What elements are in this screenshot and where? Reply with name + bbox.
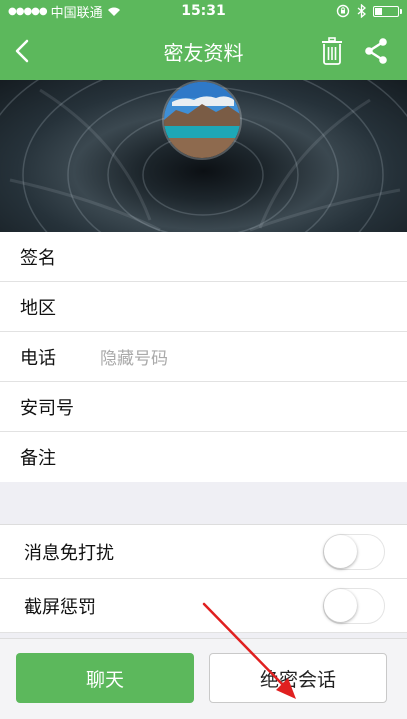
info-label: 安司号 (20, 397, 74, 419)
rotation-lock-icon (336, 4, 350, 18)
signal-strength-icon: ●●●●● (8, 5, 48, 17)
toggle-row-do-not-disturb: 消息免打扰 (0, 525, 407, 579)
trash-icon (322, 37, 342, 65)
bottom-action-bar: 聊天 绝密会话 (0, 638, 407, 719)
info-list: 签名 地区 电话 隐藏号码 安司号 备注 (0, 232, 407, 482)
secret-chat-button[interactable]: 绝密会话 (209, 653, 387, 703)
profile-header: 安司 ♂ (0, 80, 407, 232)
share-icon (365, 38, 387, 64)
toggle-knob (324, 534, 357, 568)
toggle-label: 截屏惩罚 (24, 596, 96, 618)
screenshot-penalty-toggle[interactable] (323, 587, 385, 624)
info-label: 电话 (20, 347, 56, 369)
chat-button[interactable]: 聊天 (16, 653, 194, 703)
toggle-list: 消息免打扰 截屏惩罚 (0, 524, 407, 633)
info-row-region[interactable]: 地区 (0, 282, 407, 332)
chevron-left-icon (15, 39, 29, 63)
status-bar: ●●●●● 中国联通 15:31 (0, 0, 407, 22)
toggle-label: 消息免打扰 (24, 542, 114, 564)
carrier-name: 中国联通 (50, 5, 103, 21)
info-row-remark[interactable]: 备注 (0, 432, 407, 482)
nav-bar: 密友资料 (0, 22, 407, 80)
share-button[interactable] (359, 34, 393, 68)
toggle-row-screenshot-penalty: 截屏惩罚 (0, 579, 407, 633)
info-label: 备注 (20, 448, 56, 469)
info-row-signature[interactable]: 签名 (0, 232, 407, 282)
info-label: 地区 (20, 297, 56, 319)
do-not-disturb-toggle[interactable] (323, 533, 385, 570)
info-row-account-id[interactable]: 安司号 (0, 382, 407, 432)
phone-value: 隐藏号码 (100, 349, 168, 369)
battery-icon (373, 5, 402, 17)
info-label: 签名 (20, 247, 56, 269)
info-row-phone[interactable]: 电话 隐藏号码 (0, 332, 407, 382)
bluetooth-icon (357, 4, 366, 18)
wifi-icon (107, 7, 120, 16)
back-button[interactable] (0, 22, 44, 80)
toggle-knob (324, 588, 357, 622)
avatar-image (164, 82, 240, 158)
avatar[interactable] (162, 80, 242, 160)
delete-button[interactable] (315, 34, 349, 68)
